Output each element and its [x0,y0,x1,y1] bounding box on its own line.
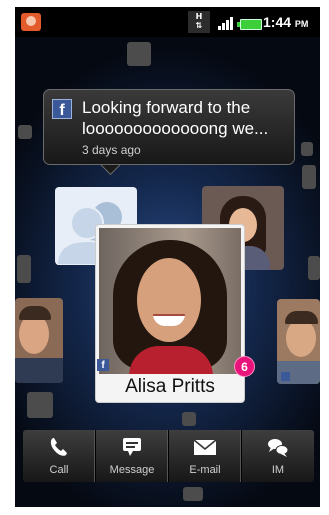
status-clock: 1:44 PM [263,14,308,30]
facebook-icon: f [52,99,72,119]
photo-face [19,314,49,354]
data-arrows-icon: ⇅ [195,21,203,30]
decor-square [18,125,32,139]
facebook-icon [281,372,290,381]
email-label: E-mail [189,464,221,476]
photo-hair [285,311,318,324]
photo-face [137,258,201,342]
facebook-icon: f [97,359,109,371]
status-update-bubble[interactable]: f Looking forward to the looooooooooooon… [43,89,295,165]
contact-name: Alisa Pritts [125,376,215,397]
photo-hair [19,306,51,320]
contacts-notification-icon[interactable] [21,13,41,31]
decor-square [302,165,316,189]
status-timestamp: 3 days ago [82,143,141,157]
decor-square [182,412,196,426]
battery-icon [237,19,262,30]
im-label: IM [271,464,285,476]
decor-square [27,392,53,418]
contact-card-man-right[interactable] [277,299,320,384]
email-button[interactable]: E-mail [169,430,242,482]
decor-square [301,142,313,156]
network-type-label: H [195,12,203,21]
decor-square [183,487,203,501]
photo-face [286,319,316,357]
contact-card-man-left[interactable] [15,298,63,383]
status-bar: H ⇅ 1:44 PM [15,7,320,37]
decor-square [127,42,151,66]
decor-square [17,255,31,283]
call-label: Call [49,464,69,476]
message-icon [96,436,168,458]
chat-bubbles-icon [242,436,314,458]
status-text-line2: looooooooooooong we... [82,119,269,138]
message-label: Message [109,464,155,476]
clock-time: 1:44 [263,14,292,30]
phone-screen: H ⇅ 1:44 PM Alisa Pritts f 6 f Looking f… [15,7,320,507]
decor-square [308,256,320,280]
im-button[interactable]: IM [242,430,314,482]
envelope-icon [169,436,241,458]
unread-count-badge[interactable]: 6 [234,356,255,377]
status-text-line1: Looking forward to the [82,98,251,117]
contact-photo [99,228,241,374]
network-type-indicator: H ⇅ [188,11,210,33]
clock-suffix: PM [294,19,309,29]
photo-shirt [15,358,63,383]
call-button[interactable]: Call [23,430,96,482]
contact-card-selected[interactable]: Alisa Pritts [95,224,245,403]
phone-icon [23,436,95,458]
contact-action-bar: Call Message E-mail IM [23,430,314,482]
signal-strength-icon [218,16,236,30]
message-button[interactable]: Message [96,430,169,482]
